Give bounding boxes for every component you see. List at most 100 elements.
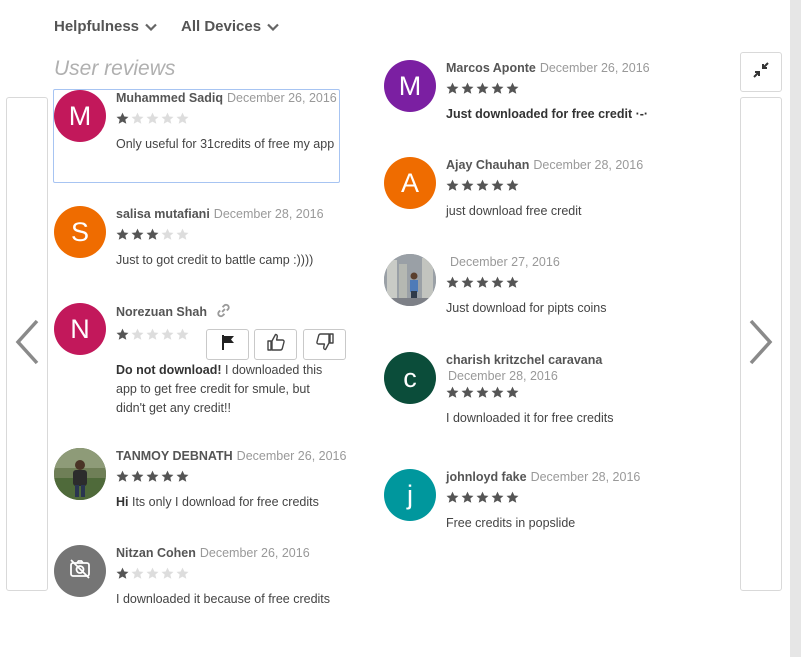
star-icon xyxy=(446,179,459,192)
scrollbar-track[interactable] xyxy=(790,0,801,657)
device-dropdown[interactable]: All Devices xyxy=(181,18,279,35)
star-icon xyxy=(476,386,489,399)
review-author[interactable]: johnloyd fake xyxy=(446,470,527,484)
star-icon xyxy=(176,470,189,483)
star-icon xyxy=(491,179,504,192)
avatar: j xyxy=(384,469,436,521)
star-icon xyxy=(461,491,474,504)
star-rating xyxy=(446,386,686,399)
star-icon xyxy=(461,386,474,399)
star-icon xyxy=(461,179,474,192)
review-author[interactable]: Marcos Aponte xyxy=(446,61,536,75)
review-text: Free credits in popslide xyxy=(446,516,576,530)
review-date: December 28, 2016 xyxy=(533,158,644,172)
chevron-down-icon xyxy=(267,23,279,31)
collapse-button[interactable] xyxy=(740,52,782,92)
star-icon xyxy=(446,491,459,504)
star-icon xyxy=(506,179,519,192)
not-helpful-button[interactable] xyxy=(303,329,346,360)
star-icon xyxy=(506,82,519,95)
star-icon xyxy=(446,386,459,399)
avatar xyxy=(54,448,106,500)
previous-page-button[interactable] xyxy=(6,97,48,591)
thumbs-down-icon xyxy=(315,332,335,357)
avatar-letter: M xyxy=(398,70,422,101)
review-author[interactable]: Norezuan Shah xyxy=(116,305,207,319)
star-icon xyxy=(506,491,519,504)
avatar xyxy=(384,254,436,306)
review-author[interactable]: TANMOY DEBNATH xyxy=(116,449,233,463)
star-rating xyxy=(116,470,356,483)
profile-photo xyxy=(384,254,436,306)
review-text-bold: Just downloaded for free credit ·-· xyxy=(446,107,649,121)
star-icon xyxy=(116,228,129,241)
review-date: December 26, 2016 xyxy=(226,91,337,105)
star-rating xyxy=(446,179,686,192)
star-icon xyxy=(146,567,159,580)
review-author[interactable]: Nitzan Cohen xyxy=(116,546,196,560)
avatar-letter: S xyxy=(70,216,89,247)
helpful-button[interactable] xyxy=(254,329,297,360)
star-rating xyxy=(446,82,686,95)
star-rating xyxy=(116,112,342,125)
review-text: Hi Its only I download for free credits xyxy=(116,493,356,512)
star-icon xyxy=(176,567,189,580)
next-page-button[interactable] xyxy=(740,97,782,591)
flag-icon xyxy=(219,333,237,356)
avatar-letter: j xyxy=(407,479,413,510)
star-icon xyxy=(161,112,174,125)
review-author[interactable]: Ajay Chauhan xyxy=(446,158,529,172)
profile-photo xyxy=(54,448,106,500)
star-icon xyxy=(161,328,174,341)
review-author[interactable]: salisa mutafiani xyxy=(116,207,210,221)
flag-button[interactable] xyxy=(206,329,249,360)
star-icon xyxy=(146,470,159,483)
star-rating xyxy=(116,567,356,580)
star-icon xyxy=(491,82,504,95)
review-text-rest: Its only I download for free credits xyxy=(128,495,319,509)
avatar: N xyxy=(54,303,106,355)
no-photo-icon xyxy=(69,556,91,587)
chevron-left-icon xyxy=(13,318,41,371)
avatar: M xyxy=(384,60,436,112)
review-author[interactable]: Muhammed Sadiq xyxy=(116,91,223,105)
star-icon xyxy=(116,470,129,483)
review-author[interactable]: charish kritzchel caravana xyxy=(446,353,602,367)
section-title: User reviews xyxy=(54,57,176,80)
review-text: Just download for pipts coins xyxy=(446,301,607,315)
sort-dropdown-label: Helpfulness xyxy=(54,18,140,35)
permalink-icon[interactable] xyxy=(216,303,231,322)
avatar-letter: M xyxy=(68,100,92,131)
star-icon xyxy=(476,179,489,192)
star-icon xyxy=(131,228,144,241)
review-text-bold: Hi xyxy=(116,495,129,509)
review-text-bold: Do not download! xyxy=(116,363,222,377)
star-icon xyxy=(491,491,504,504)
review-date: December 26, 2016 xyxy=(539,61,650,75)
star-icon xyxy=(446,276,459,289)
star-icon xyxy=(476,491,489,504)
star-icon xyxy=(176,328,189,341)
avatar: A xyxy=(384,157,436,209)
avatar-letter: c xyxy=(403,362,417,393)
avatar: M xyxy=(54,90,106,142)
avatar xyxy=(54,545,106,597)
collapse-icon xyxy=(752,61,770,84)
star-icon xyxy=(116,328,129,341)
review-date: December 28, 2016 xyxy=(448,369,558,383)
star-icon xyxy=(446,82,459,95)
review-text: just download free credit xyxy=(446,204,582,218)
avatar: c xyxy=(384,352,436,404)
star-icon xyxy=(131,112,144,125)
review-date: December 26, 2016 xyxy=(236,449,347,463)
star-icon xyxy=(476,82,489,95)
star-icon xyxy=(161,228,174,241)
star-rating xyxy=(446,276,686,289)
star-rating xyxy=(116,228,346,241)
sort-dropdown[interactable]: Helpfulness xyxy=(54,18,157,35)
star-icon xyxy=(461,82,474,95)
star-icon xyxy=(176,228,189,241)
star-icon xyxy=(131,470,144,483)
review-date: December 27, 2016 xyxy=(450,255,560,269)
review-text: Do not download! I downloaded this app t… xyxy=(116,361,338,418)
